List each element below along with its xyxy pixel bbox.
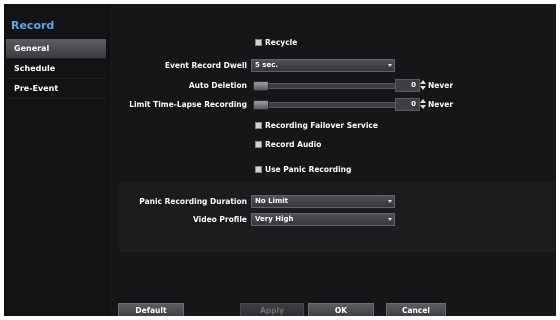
auto-deletion-unit: Never xyxy=(428,81,454,90)
page-title: Record xyxy=(11,19,55,32)
cancel-button[interactable]: Cancel xyxy=(386,303,446,316)
panic-duration-label: Panic Recording Duration xyxy=(139,197,247,206)
event-record-dwell-value: 5 sec. xyxy=(255,61,279,69)
sidebar: Record General Schedule Pre-Event xyxy=(4,4,109,316)
event-record-dwell-label: Event Record Dwell xyxy=(164,61,247,70)
video-profile-value: Very High xyxy=(255,215,294,223)
record-settings-window: Record General Schedule Pre-Event Recycl… xyxy=(4,4,556,316)
spin-up-icon[interactable] xyxy=(420,99,426,103)
limit-time-lapse-value[interactable]: 0 xyxy=(395,98,420,111)
recycle-label: Recycle xyxy=(265,38,298,47)
apply-button[interactable]: Apply xyxy=(240,303,304,316)
failover-label: Recording Failover Service xyxy=(265,121,378,130)
limit-time-lapse-slider[interactable] xyxy=(253,100,396,110)
panic-duration-dropdown[interactable]: No Limit xyxy=(251,195,395,208)
checkbox-checked-icon xyxy=(255,140,262,148)
chevron-down-icon xyxy=(388,200,392,203)
auto-deletion-spinner[interactable] xyxy=(420,80,426,91)
event-record-dwell-dropdown[interactable]: 5 sec. xyxy=(251,59,395,72)
video-profile-label: Video Profile xyxy=(192,215,247,224)
panic-duration-value: No Limit xyxy=(255,197,289,205)
limit-time-lapse-spinner[interactable] xyxy=(420,99,426,110)
default-button[interactable]: Default xyxy=(118,303,184,316)
record-audio-checkbox[interactable]: Record Audio xyxy=(255,140,321,149)
record-audio-label: Record Audio xyxy=(265,140,322,149)
auto-deletion-value[interactable]: 0 xyxy=(395,79,420,92)
ok-button[interactable]: OK xyxy=(308,303,374,316)
sidebar-item-schedule[interactable]: Schedule xyxy=(6,59,106,79)
limit-time-lapse-slider-thumb[interactable] xyxy=(253,100,269,110)
spin-up-icon[interactable] xyxy=(420,80,426,84)
chevron-down-icon xyxy=(388,218,392,221)
use-panic-checkbox[interactable]: Use Panic Recording xyxy=(255,165,351,174)
failover-checkbox[interactable]: Recording Failover Service xyxy=(255,121,378,130)
auto-deletion-label: Auto Deletion xyxy=(188,81,247,90)
limit-time-lapse-unit: Never xyxy=(428,100,454,109)
video-profile-dropdown[interactable]: Very High xyxy=(251,213,395,226)
spin-down-icon[interactable] xyxy=(420,86,426,90)
recycle-checkbox[interactable]: Recycle xyxy=(255,38,297,47)
use-panic-label: Use Panic Recording xyxy=(265,165,352,174)
auto-deletion-slider[interactable] xyxy=(253,81,396,91)
sidebar-item-pre-event[interactable]: Pre-Event xyxy=(6,79,106,99)
limit-time-lapse-label: Limit Time-Lapse Recording xyxy=(129,100,247,109)
chevron-down-icon xyxy=(388,64,392,67)
spin-down-icon[interactable] xyxy=(420,105,426,109)
checkbox-checked-icon xyxy=(255,165,262,173)
auto-deletion-slider-thumb[interactable] xyxy=(253,81,269,91)
checkbox-checked-icon xyxy=(255,121,262,129)
checkbox-checked-icon xyxy=(255,38,262,46)
sidebar-item-general[interactable]: General xyxy=(6,39,106,59)
